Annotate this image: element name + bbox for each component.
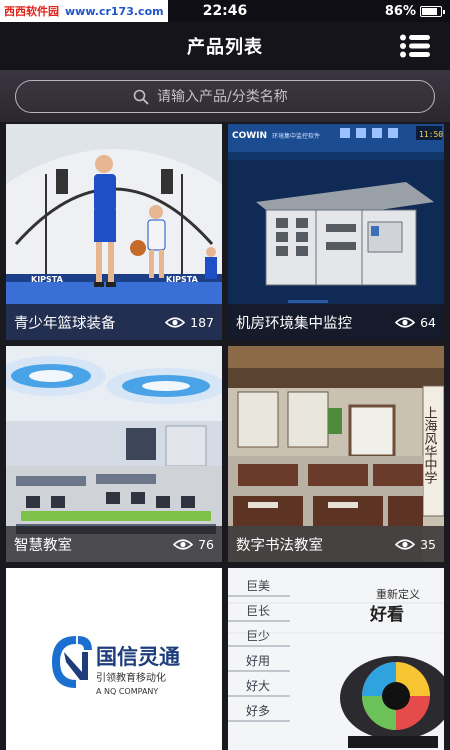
gx-slogan: 引领教育移动化: [96, 671, 166, 684]
search-input[interactable]: [157, 88, 317, 105]
status-time: 22:46: [202, 3, 248, 19]
product-grid: KIPSTA KIPSTA 青少年篮球装备 187 COWIN 环境集中监控软件…: [0, 122, 450, 750]
status-bar: 西西软件园 www.cr173.com 22:46 86%: [0, 0, 450, 22]
product-caption: 青少年篮球装备 187: [6, 304, 222, 340]
product-name: 数字书法教室: [236, 537, 323, 554]
page-title: 产品列表: [187, 37, 263, 58]
product-card-guoxin-lingtong[interactable]: 国信灵通 引领教育移动化 A NQ COMPANY: [6, 568, 222, 750]
eye-icon: [395, 538, 416, 550]
vertical-banner: 上海风华中学: [422, 406, 438, 484]
search-bar: [0, 70, 450, 122]
list-menu-icon[interactable]: [400, 34, 430, 58]
eye-icon: [173, 538, 194, 550]
product-caption: 智慧教室 76: [6, 526, 222, 562]
ad-list-item: 好多: [246, 704, 270, 718]
eye-icon: [395, 316, 416, 328]
ad-list-item: 巨少: [246, 629, 270, 643]
battery-icon: [420, 5, 445, 17]
app-header: 产品列表: [0, 22, 450, 70]
view-count-value: 35: [420, 536, 436, 552]
view-count-value: 187: [190, 314, 214, 330]
view-count: 35: [395, 537, 436, 552]
view-count-value: 64: [420, 314, 436, 330]
product-card-basketball[interactable]: KIPSTA KIPSTA 青少年篮球装备 187: [6, 124, 222, 340]
view-count: 187: [165, 315, 214, 330]
battery-percent: 86%: [384, 3, 416, 19]
kipsta-logo: KIPSTA: [31, 275, 64, 284]
product-name: 机房环境集中监控: [236, 315, 352, 332]
product-card-ad[interactable]: 重新定义 好看 巨美巨长巨少好用好大好多: [228, 568, 444, 750]
gx-company-name: 国信灵通: [96, 645, 180, 669]
eye-icon: [165, 316, 186, 328]
ad-heading: 重新定义: [376, 587, 420, 601]
view-count: 76: [173, 537, 214, 552]
view-count-value: 76: [198, 536, 214, 552]
ad-list-item: 好用: [246, 654, 270, 668]
product-card-machine-room[interactable]: COWIN 环境集中监控软件 11:50 机房环境集中监控 64: [228, 124, 444, 340]
cowin-title: 环境集中监控软件: [272, 132, 320, 140]
product-name: 青少年篮球装备: [14, 315, 116, 332]
product-caption: 机房环境集中监控 64: [228, 304, 444, 340]
product-card-smart-classroom[interactable]: 智慧教室 76: [6, 346, 222, 562]
battery-indicator: 86%: [384, 0, 445, 22]
gx-english: A NQ COMPANY: [96, 687, 158, 696]
search-icon: [133, 89, 149, 105]
ad-main: 好看: [369, 604, 404, 625]
product-caption: 数字书法教室 35: [228, 526, 444, 562]
view-count: 64: [395, 315, 436, 330]
kipsta-logo-right: KIPSTA: [166, 275, 199, 284]
product-image: 国信灵通 引领教育移动化 A NQ COMPANY: [6, 568, 222, 750]
product-card-calligraphy-classroom[interactable]: 上海风华中学 数字书法教室 35: [228, 346, 444, 562]
cowin-logo: COWIN: [232, 131, 267, 141]
product-name: 智慧教室: [14, 537, 72, 554]
ad-list-item: 好大: [246, 679, 270, 693]
product-image: 重新定义 好看 巨美巨长巨少好用好大好多: [228, 568, 444, 750]
cowin-clock: 11:50: [419, 130, 443, 139]
search-box[interactable]: [15, 80, 435, 113]
ad-list-item: 巨长: [246, 604, 270, 618]
ad-list-item: 巨美: [246, 579, 270, 593]
